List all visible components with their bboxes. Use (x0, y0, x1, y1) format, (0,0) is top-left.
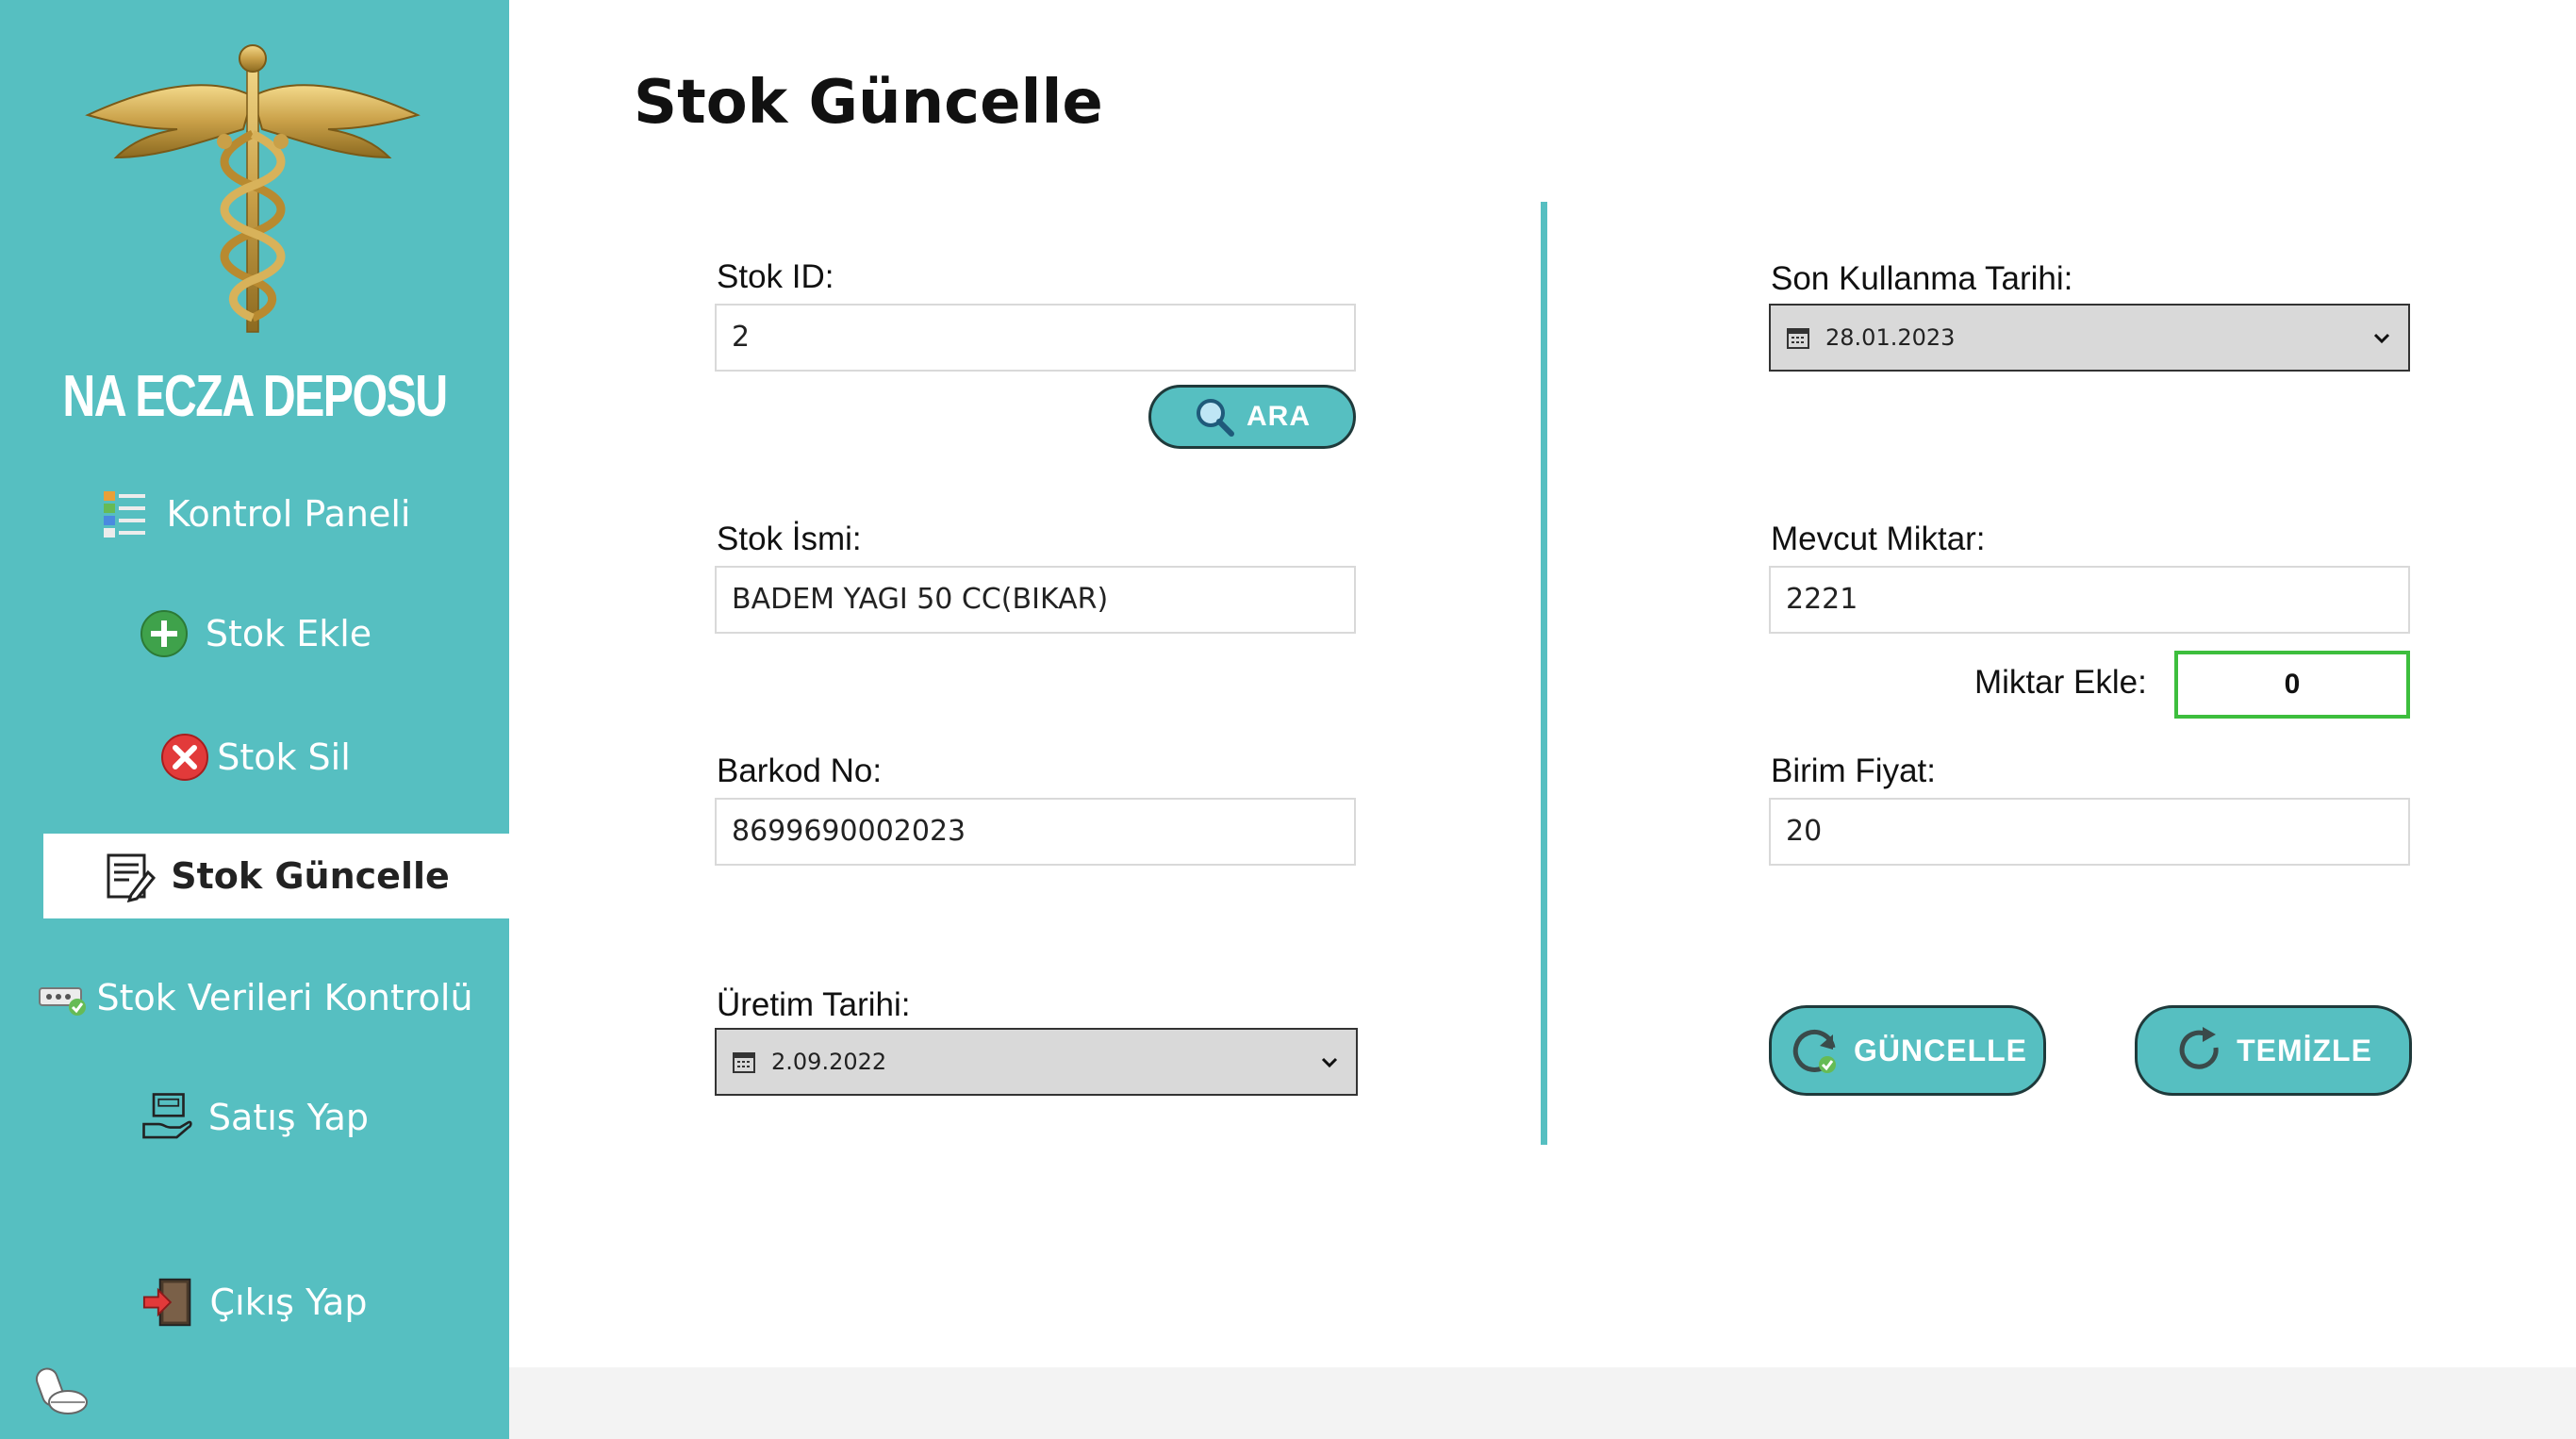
sidebar-item-stok-verileri-kontrolu[interactable]: Stok Verileri Kontrolü (0, 955, 509, 1040)
update-button[interactable]: GÜNCELLE (1769, 1005, 2046, 1096)
sidebar-item-label: Stok Güncelle (171, 855, 450, 897)
x-circle-icon (158, 731, 211, 784)
brand-name: NA ECZA DEPOSU (62, 364, 448, 429)
stok-id-input[interactable]: 2 (715, 304, 1356, 372)
clear-button-label: TEMİZLE (2237, 1033, 2372, 1067)
sidebar-item-kontrol-paneli[interactable]: Kontrol Paneli (0, 471, 509, 556)
sidebar-item-cikis-yap[interactable]: Çıkış Yap (0, 1260, 509, 1345)
stok-ismi-label: Stok İsmi: (717, 521, 862, 557)
pill-logo-icon (35, 1367, 88, 1414)
edit-document-icon (103, 850, 157, 902)
dashboard-icon (98, 488, 151, 540)
sidebar-item-satis-yap[interactable]: Satış Yap (0, 1075, 509, 1160)
sidebar-item-stok-sil[interactable]: Stok Sil (0, 715, 509, 800)
page-title: Stok Güncelle (634, 68, 1103, 138)
sidebar-item-label: Stok Sil (217, 736, 351, 778)
update-button-label: GÜNCELLE (1854, 1033, 2027, 1067)
refresh-check-icon (1788, 1023, 1842, 1078)
sidebar-item-label: Satış Yap (207, 1097, 370, 1138)
uretim-tarihi-label: Üretim Tarihi: (717, 986, 911, 1023)
stok-ismi-input[interactable]: BADEM YAGI 50 CC(BIKAR) (715, 566, 1356, 634)
uretim-tarihi-picker[interactable]: 2.09.2022 (715, 1028, 1358, 1096)
barkod-no-input[interactable]: 8699690002023 (715, 798, 1356, 866)
sidebar-item-label: Kontrol Paneli (166, 493, 411, 535)
sidebar-item-stok-guncelle[interactable]: Stok Güncelle (43, 834, 509, 918)
clear-button[interactable]: TEMİZLE (2135, 1005, 2412, 1096)
sidebar: NA ECZA DEPOSU Kontrol Paneli Stok Ekle … (0, 0, 509, 1439)
search-button-label: ARA (1247, 401, 1311, 432)
sidebar-item-label: Stok Verileri Kontrolü (96, 977, 473, 1018)
footer-strip (509, 1367, 2576, 1439)
sidebar-item-stok-ekle[interactable]: Stok Ekle (0, 591, 509, 676)
search-button[interactable]: ARA (1148, 385, 1356, 449)
column-divider (1541, 202, 1547, 1145)
calendar-icon (732, 1050, 756, 1074)
caduceus-logo-icon (85, 44, 421, 333)
stok-id-label: Stok ID: (717, 258, 834, 295)
exit-door-icon (142, 1276, 195, 1329)
birim-fiyat-label: Birim Fiyat: (1771, 753, 1936, 789)
son-kullanma-picker[interactable]: 28.01.2023 (1769, 304, 2410, 372)
son-kullanma-label: Son Kullanma Tarihi: (1771, 260, 2073, 297)
mevcut-miktar-label: Mevcut Miktar: (1771, 521, 1986, 557)
miktar-ekle-label: Miktar Ekle: (1974, 664, 2147, 701)
register-hand-icon (140, 1091, 193, 1144)
birim-fiyat-input[interactable]: 20 (1769, 798, 2410, 866)
uretim-tarihi-value: 2.09.2022 (771, 1049, 887, 1075)
chevron-down-icon[interactable] (2370, 326, 2393, 349)
magnifier-icon (1194, 396, 1235, 438)
mevcut-miktar-input[interactable]: 2221 (1769, 566, 2410, 634)
sidebar-item-label: Stok Ekle (205, 613, 372, 654)
son-kullanma-value: 28.01.2023 (1825, 324, 1956, 351)
miktar-ekle-input[interactable]: 0 (2174, 651, 2410, 719)
barkod-no-label: Barkod No: (717, 753, 883, 789)
data-check-icon (36, 971, 89, 1024)
sidebar-item-label: Çıkış Yap (209, 1282, 368, 1323)
plus-circle-icon (138, 607, 190, 660)
refresh-icon (2174, 1025, 2225, 1076)
chevron-down-icon[interactable] (1318, 1050, 1341, 1073)
calendar-icon (1786, 325, 1810, 350)
